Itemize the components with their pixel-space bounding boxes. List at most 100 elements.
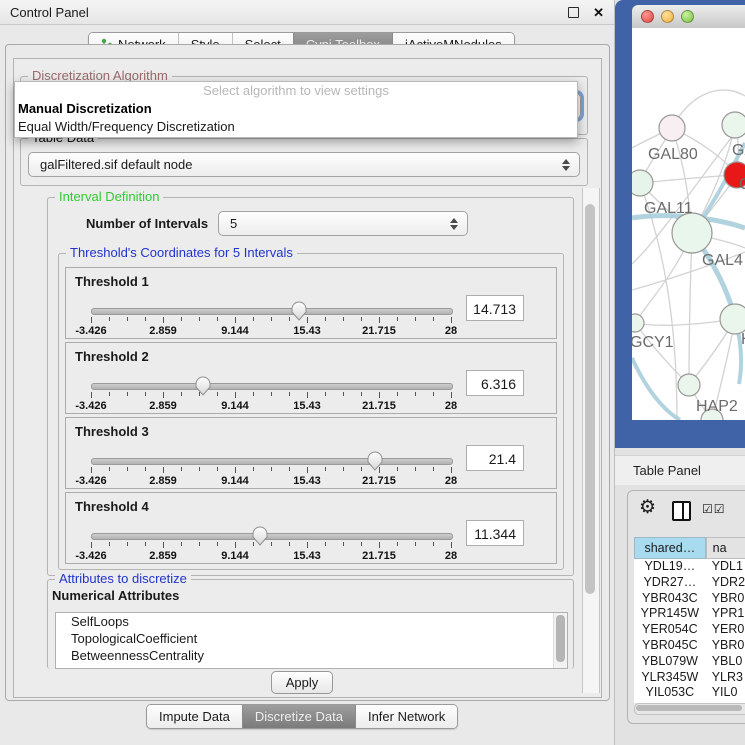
- table-row[interactable]: YBL079WYBL0: [634, 654, 745, 670]
- scrollbar-thumb[interactable]: [636, 705, 742, 711]
- slider-tick: [163, 317, 164, 323]
- number-of-intervals-combobox[interactable]: 5: [218, 211, 468, 236]
- table-cell[interactable]: YBR0: [706, 638, 745, 654]
- table-cell[interactable]: YBR0: [706, 591, 745, 607]
- node-table: shared…na YDL19…YDL1YDR27…YDR2YBR043CYBR…: [634, 537, 745, 703]
- table-cell[interactable]: YBL0: [706, 654, 745, 670]
- table-cell[interactable]: YPR145W: [634, 606, 706, 622]
- attribute-list-item[interactable]: BetweennessCentrality: [56, 647, 567, 664]
- attribute-list-item[interactable]: SelfLoops: [56, 613, 567, 630]
- close-icon[interactable]: ✕: [593, 8, 604, 17]
- threshold-3-value-field[interactable]: 21.4: [466, 445, 524, 471]
- table-cell[interactable]: YDL19…: [634, 559, 706, 575]
- table-cell[interactable]: YBL079W: [634, 654, 706, 670]
- network-window-titlebar[interactable]: [632, 5, 745, 28]
- network-node-label: GAL11: [644, 200, 693, 217]
- table-cell[interactable]: YER054C: [634, 622, 706, 638]
- network-view-window[interactable]: GAL80GACGAL11GAL4GCY1HHAP2: [615, 0, 745, 448]
- slider-track[interactable]: [91, 533, 453, 540]
- table-row[interactable]: YDR27…YDR2: [634, 575, 745, 591]
- network-node[interactable]: [678, 374, 700, 396]
- apply-button[interactable]: Apply: [271, 671, 333, 694]
- scrollbar-thumb[interactable]: [585, 204, 595, 594]
- thresholds-group-title: Threshold's Coordinates for 5 Intervals: [66, 246, 297, 260]
- slider-track[interactable]: [91, 308, 453, 315]
- network-node[interactable]: [722, 112, 745, 138]
- slider-track[interactable]: [91, 383, 453, 390]
- table-panel-header: Table Panel: [615, 455, 745, 485]
- table-row[interactable]: YDL19…YDL1: [634, 559, 745, 575]
- table-cell[interactable]: YIL0: [706, 685, 745, 701]
- threshold-2-value-field[interactable]: 6.316: [466, 370, 524, 396]
- table-row[interactable]: YIL053CYIL0: [634, 685, 745, 701]
- network-node[interactable]: [632, 314, 644, 332]
- network-node[interactable]: [720, 304, 745, 334]
- slider-tick-label: -3.426: [75, 325, 106, 337]
- table-header-row: shared…na: [634, 537, 745, 559]
- threshold-4-value-field[interactable]: 11.344: [466, 520, 524, 546]
- slider-track[interactable]: [91, 458, 453, 465]
- table-row[interactable]: YBR045CYBR0: [634, 638, 745, 654]
- table-cell[interactable]: YDL1: [706, 559, 745, 575]
- dropdown-placeholder-item[interactable]: Select algorithm to view settings: [15, 82, 577, 100]
- close-traffic-light-icon[interactable]: [641, 10, 654, 23]
- network-node-label: C: [739, 176, 745, 193]
- table-cell[interactable]: YLR345W: [634, 670, 706, 686]
- dropdown-option-equal-width-frequency[interactable]: Equal Width/Frequency Discretization: [15, 118, 577, 136]
- slider-tick: [235, 542, 236, 548]
- list-vertical-scrollbar[interactable]: [553, 613, 567, 668]
- table-horizontal-scrollbar[interactable]: [634, 703, 745, 715]
- table-cell[interactable]: YBR045C: [634, 638, 706, 654]
- threshold-3-label: Threshold 3: [75, 424, 149, 439]
- slider-thumb[interactable]: [252, 526, 268, 546]
- slider-tick: [325, 467, 326, 471]
- tab-impute-data[interactable]: Impute Data: [147, 705, 242, 728]
- slider-tick: [91, 542, 92, 548]
- network-node[interactable]: [672, 213, 712, 253]
- dropdown-option-manual-discretization[interactable]: Manual Discretization: [15, 100, 577, 118]
- network-canvas[interactable]: GAL80GACGAL11GAL4GCY1HHAP2: [632, 28, 745, 420]
- table-cell[interactable]: YDR27…: [634, 575, 706, 591]
- table-cell[interactable]: YDR2: [706, 575, 745, 591]
- scrollbar-thumb[interactable]: [556, 615, 565, 662]
- slider-tick: [91, 317, 92, 323]
- table-column-header[interactable]: shared…: [634, 537, 706, 559]
- table-cell[interactable]: YPR1: [706, 606, 745, 622]
- threshold-4-label: Threshold 4: [75, 499, 149, 514]
- table-cell[interactable]: YBR043C: [634, 591, 706, 607]
- slider-tick: [451, 317, 452, 323]
- cyni-bottom-tab-strip: Impute Data Discretize Data Infer Networ…: [146, 704, 458, 729]
- network-node[interactable]: [659, 115, 685, 141]
- tab-infer-network[interactable]: Infer Network: [355, 705, 457, 728]
- float-window-icon[interactable]: [568, 7, 579, 18]
- table-row[interactable]: YPR145WYPR1: [634, 606, 745, 622]
- column-selector-icon[interactable]: [672, 501, 691, 521]
- table-column-header[interactable]: na: [706, 537, 745, 559]
- slider-thumb[interactable]: [291, 301, 307, 321]
- table-cell[interactable]: YLR3: [706, 670, 745, 686]
- minimize-traffic-light-icon[interactable]: [661, 10, 674, 23]
- slider-thumb[interactable]: [367, 451, 383, 471]
- select-columns-checkbox-icons[interactable]: ☑☑: [702, 502, 726, 516]
- numerical-attributes-list[interactable]: SelfLoopsTopologicalCoefficientBetweenne…: [55, 612, 568, 669]
- table-data-combobox[interactable]: galFiltered.sif default node: [28, 152, 580, 177]
- attribute-list-item[interactable]: TopologicalCoefficient: [56, 630, 567, 647]
- network-node[interactable]: [632, 170, 653, 196]
- combobox-stepper-icon: [562, 159, 570, 171]
- table-row[interactable]: YER054CYER0: [634, 622, 745, 638]
- table-cell[interactable]: YIL053C: [634, 685, 706, 701]
- table-row[interactable]: YBR043CYBR0: [634, 591, 745, 607]
- table-settings-gear-icon[interactable]: ⚙: [639, 498, 656, 517]
- slider-tick: [181, 467, 182, 471]
- table-row[interactable]: YLR345WYLR3: [634, 670, 745, 686]
- zoom-traffic-light-icon[interactable]: [681, 10, 694, 23]
- slider-tick-label: 28: [445, 400, 457, 412]
- settings-vertical-scrollbar[interactable]: [582, 188, 600, 693]
- slider-tick: [127, 392, 128, 396]
- tab-discretize-data[interactable]: Discretize Data: [242, 705, 355, 728]
- slider-tick: [307, 467, 308, 473]
- table-cell[interactable]: YER0: [706, 622, 745, 638]
- threshold-1-value-field[interactable]: 14.713: [466, 295, 524, 321]
- slider-thumb[interactable]: [195, 376, 211, 396]
- slider-tick: [163, 392, 164, 398]
